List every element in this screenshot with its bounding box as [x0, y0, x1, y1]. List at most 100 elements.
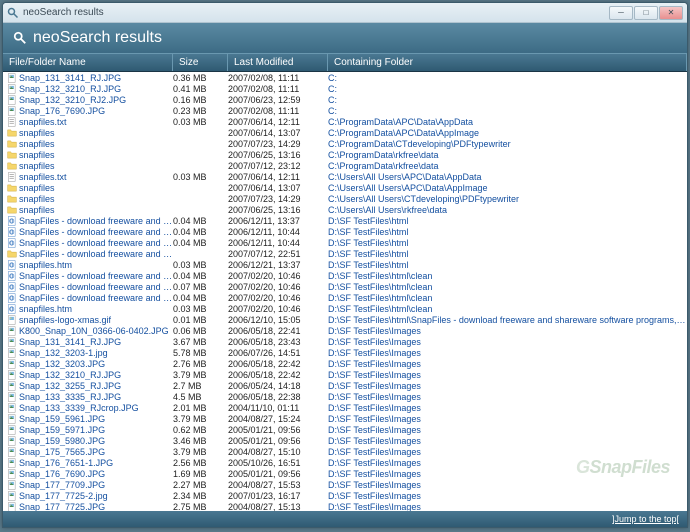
folder-link[interactable]: D:\SF TestFiles\Images	[328, 502, 687, 512]
table-row[interactable]: Snap_132_3203.JPG2.76 MB2006/05/18, 22:4…	[3, 358, 687, 369]
folder-link[interactable]: D:\SF TestFiles\Images	[328, 491, 687, 501]
file-name-link[interactable]: snapfiles.htm	[19, 304, 173, 314]
table-row[interactable]: snapfiles-logo-xmas.gif0.01 MB2006/12/10…	[3, 314, 687, 325]
table-row[interactable]: Snap_177_7725.JPG2.75 MB2004/08/27, 15:1…	[3, 501, 687, 511]
folder-link[interactable]: C:\Users\All Users\APC\Data\AppImage	[328, 183, 687, 193]
file-name-link[interactable]: Snap_177_7709.JPG	[19, 480, 173, 490]
folder-link[interactable]: C:	[328, 106, 687, 116]
folder-link[interactable]: C:\Users\All Users\APC\Data\AppData	[328, 172, 687, 182]
table-row[interactable]: snapfiles2007/07/12, 23:12C:\ProgramData…	[3, 160, 687, 171]
col-header-modified[interactable]: Last Modified	[228, 54, 328, 71]
folder-link[interactable]: C:\ProgramData\rkfree\data	[328, 161, 687, 171]
file-name-link[interactable]: snapfiles	[19, 205, 173, 215]
folder-link[interactable]: D:\SF TestFiles\Images	[328, 359, 687, 369]
file-name-link[interactable]: Snap_132_3210_RJ.JPG	[19, 370, 173, 380]
folder-link[interactable]: C:\ProgramData\APC\Data\AppData	[328, 117, 687, 127]
file-name-link[interactable]: snapfiles	[19, 161, 173, 171]
folder-link[interactable]: D:\SF TestFiles\Images	[328, 348, 687, 358]
folder-link[interactable]: D:\SF TestFiles\Images	[328, 392, 687, 402]
table-row[interactable]: Snap_132_3210_RJ.JPG0.41 MB2007/02/08, 1…	[3, 83, 687, 94]
file-name-link[interactable]: Snap_159_5980.JPG	[19, 436, 173, 446]
folder-link[interactable]: D:\SF TestFiles\Images	[328, 326, 687, 336]
folder-link[interactable]: C:\Users\All Users\CTdeveloping\PDFtypew…	[328, 194, 687, 204]
table-row[interactable]: snapfiles2007/07/23, 14:29C:\ProgramData…	[3, 138, 687, 149]
minimize-button[interactable]: ─	[609, 6, 633, 20]
table-row[interactable]: snapfiles.txt0.03 MB2007/06/14, 12:11C:\…	[3, 116, 687, 127]
folder-link[interactable]: D:\SF TestFiles\Images	[328, 458, 687, 468]
folder-link[interactable]: C:\ProgramData\APC\Data\AppImage	[328, 128, 687, 138]
table-row[interactable]: K800_Snap_10N_0366-06-0402.JPG0.06 MB200…	[3, 325, 687, 336]
folder-link[interactable]: C:	[328, 95, 687, 105]
maximize-button[interactable]: □	[634, 6, 658, 20]
file-name-link[interactable]: Snap_131_3141_RJ.JPG	[19, 73, 173, 83]
file-name-link[interactable]: snapfiles	[19, 183, 173, 193]
table-row[interactable]: Snap_132_3210_RJ.JPG3.79 MB2006/05/18, 2…	[3, 369, 687, 380]
folder-link[interactable]: D:\SF TestFiles\html\clean	[328, 293, 687, 303]
folder-link[interactable]: D:\SF TestFiles\Images	[328, 337, 687, 347]
table-row[interactable]: snapfiles2007/07/23, 14:29C:\Users\All U…	[3, 193, 687, 204]
file-name-link[interactable]: snapfiles	[19, 194, 173, 204]
jump-to-top-link[interactable]: ]Jump to the top[	[612, 514, 679, 524]
file-name-link[interactable]: SnapFiles - download freeware and s...	[19, 227, 173, 237]
table-row[interactable]: Snap_175_7565.JPG3.79 MB2004/08/27, 15:1…	[3, 446, 687, 457]
file-name-link[interactable]: SnapFiles - download freeware and s...	[19, 293, 173, 303]
col-header-folder[interactable]: Containing Folder	[328, 54, 687, 71]
table-row[interactable]: Snap_132_3210_RJ2.JPG0.16 MB2007/06/23, …	[3, 94, 687, 105]
file-name-link[interactable]: Snap_159_5961.JPG	[19, 414, 173, 424]
folder-link[interactable]: D:\SF TestFiles\html\SnapFiles - downloa…	[328, 315, 687, 325]
file-name-link[interactable]: Snap_159_5971.JPG	[19, 425, 173, 435]
file-name-link[interactable]: snapfiles-logo-xmas.gif	[19, 315, 173, 325]
table-row[interactable]: Snap_159_5961.JPG3.79 MB2004/08/27, 15:2…	[3, 413, 687, 424]
folder-link[interactable]: D:\SF TestFiles\Images	[328, 436, 687, 446]
file-name-link[interactable]: SnapFiles - download freeware and s...	[19, 238, 173, 248]
table-row[interactable]: SnapFiles - download freeware and s...20…	[3, 248, 687, 259]
table-row[interactable]: SnapFiles - download freeware and s...0.…	[3, 292, 687, 303]
folder-link[interactable]: D:\SF TestFiles\html\clean	[328, 282, 687, 292]
folder-link[interactable]: C:\ProgramData\CTdeveloping\PDFtypewrite…	[328, 139, 687, 149]
folder-link[interactable]: C:\Users\All Users\rkfree\data	[328, 205, 687, 215]
folder-link[interactable]: D:\SF TestFiles\Images	[328, 425, 687, 435]
table-row[interactable]: snapfiles2007/06/25, 13:16C:\Users\All U…	[3, 204, 687, 215]
folder-link[interactable]: D:\SF TestFiles\html	[328, 238, 687, 248]
table-row[interactable]: Snap_159_5980.JPG3.46 MB2005/01/21, 09:5…	[3, 435, 687, 446]
table-row[interactable]: snapfiles2007/06/14, 13:07C:\Users\All U…	[3, 182, 687, 193]
table-row[interactable]: Snap_133_3339_RJcrop.JPG2.01 MB2004/11/1…	[3, 402, 687, 413]
file-name-link[interactable]: snapfiles.htm	[19, 260, 173, 270]
titlebar[interactable]: neoSearch results ─ □ ✕	[3, 3, 687, 23]
file-name-link[interactable]: Snap_175_7565.JPG	[19, 447, 173, 457]
file-name-link[interactable]: Snap_132_3210_RJ.JPG	[19, 84, 173, 94]
folder-link[interactable]: D:\SF TestFiles\Images	[328, 370, 687, 380]
table-row[interactable]: Snap_176_7651-1.JPG2.56 MB2005/10/26, 16…	[3, 457, 687, 468]
file-name-link[interactable]: Snap_176_7690.JPG	[19, 469, 173, 479]
table-row[interactable]: Snap_177_7725-2.jpg2.34 MB2007/01/23, 16…	[3, 490, 687, 501]
table-row[interactable]: Snap_132_3203-1.jpg5.78 MB2006/07/26, 14…	[3, 347, 687, 358]
file-name-link[interactable]: Snap_133_3335_RJ.JPG	[19, 392, 173, 402]
table-row[interactable]: SnapFiles - download freeware and s...0.…	[3, 215, 687, 226]
file-name-link[interactable]: SnapFiles - download freeware and s...	[19, 271, 173, 281]
results-list[interactable]: Snap_131_3141_RJ.JPG0.36 MB2007/02/08, 1…	[3, 72, 687, 511]
file-name-link[interactable]: Snap_176_7651-1.JPG	[19, 458, 173, 468]
close-button[interactable]: ✕	[659, 6, 683, 20]
folder-link[interactable]: D:\SF TestFiles\html	[328, 249, 687, 259]
file-name-link[interactable]: snapfiles	[19, 150, 173, 160]
col-header-size[interactable]: Size	[173, 54, 228, 71]
folder-link[interactable]: C:\ProgramData\rkfree\data	[328, 150, 687, 160]
folder-link[interactable]: D:\SF TestFiles\Images	[328, 469, 687, 479]
file-name-link[interactable]: Snap_133_3339_RJcrop.JPG	[19, 403, 173, 413]
folder-link[interactable]: D:\SF TestFiles\html\clean	[328, 304, 687, 314]
file-name-link[interactable]: Snap_131_3141_RJ.JPG	[19, 337, 173, 347]
file-name-link[interactable]: snapfiles	[19, 139, 173, 149]
file-name-link[interactable]: Snap_132_3210_RJ2.JPG	[19, 95, 173, 105]
file-name-link[interactable]: K800_Snap_10N_0366-06-0402.JPG	[19, 326, 173, 336]
file-name-link[interactable]: Snap_132_3203-1.jpg	[19, 348, 173, 358]
table-row[interactable]: SnapFiles - download freeware and s...0.…	[3, 226, 687, 237]
folder-link[interactable]: D:\SF TestFiles\html\clean	[328, 271, 687, 281]
table-row[interactable]: SnapFiles - download freeware and s...0.…	[3, 281, 687, 292]
folder-link[interactable]: D:\SF TestFiles\html	[328, 227, 687, 237]
file-name-link[interactable]: SnapFiles - download freeware and s...	[19, 282, 173, 292]
file-name-link[interactable]: SnapFiles - download freeware and s...	[19, 249, 173, 259]
file-name-link[interactable]: snapfiles	[19, 128, 173, 138]
folder-link[interactable]: D:\SF TestFiles\Images	[328, 414, 687, 424]
table-row[interactable]: Snap_132_3255_RJ.JPG2.7 MB2006/05/24, 14…	[3, 380, 687, 391]
table-row[interactable]: Snap_131_3141_RJ.JPG3.67 MB2006/05/18, 2…	[3, 336, 687, 347]
